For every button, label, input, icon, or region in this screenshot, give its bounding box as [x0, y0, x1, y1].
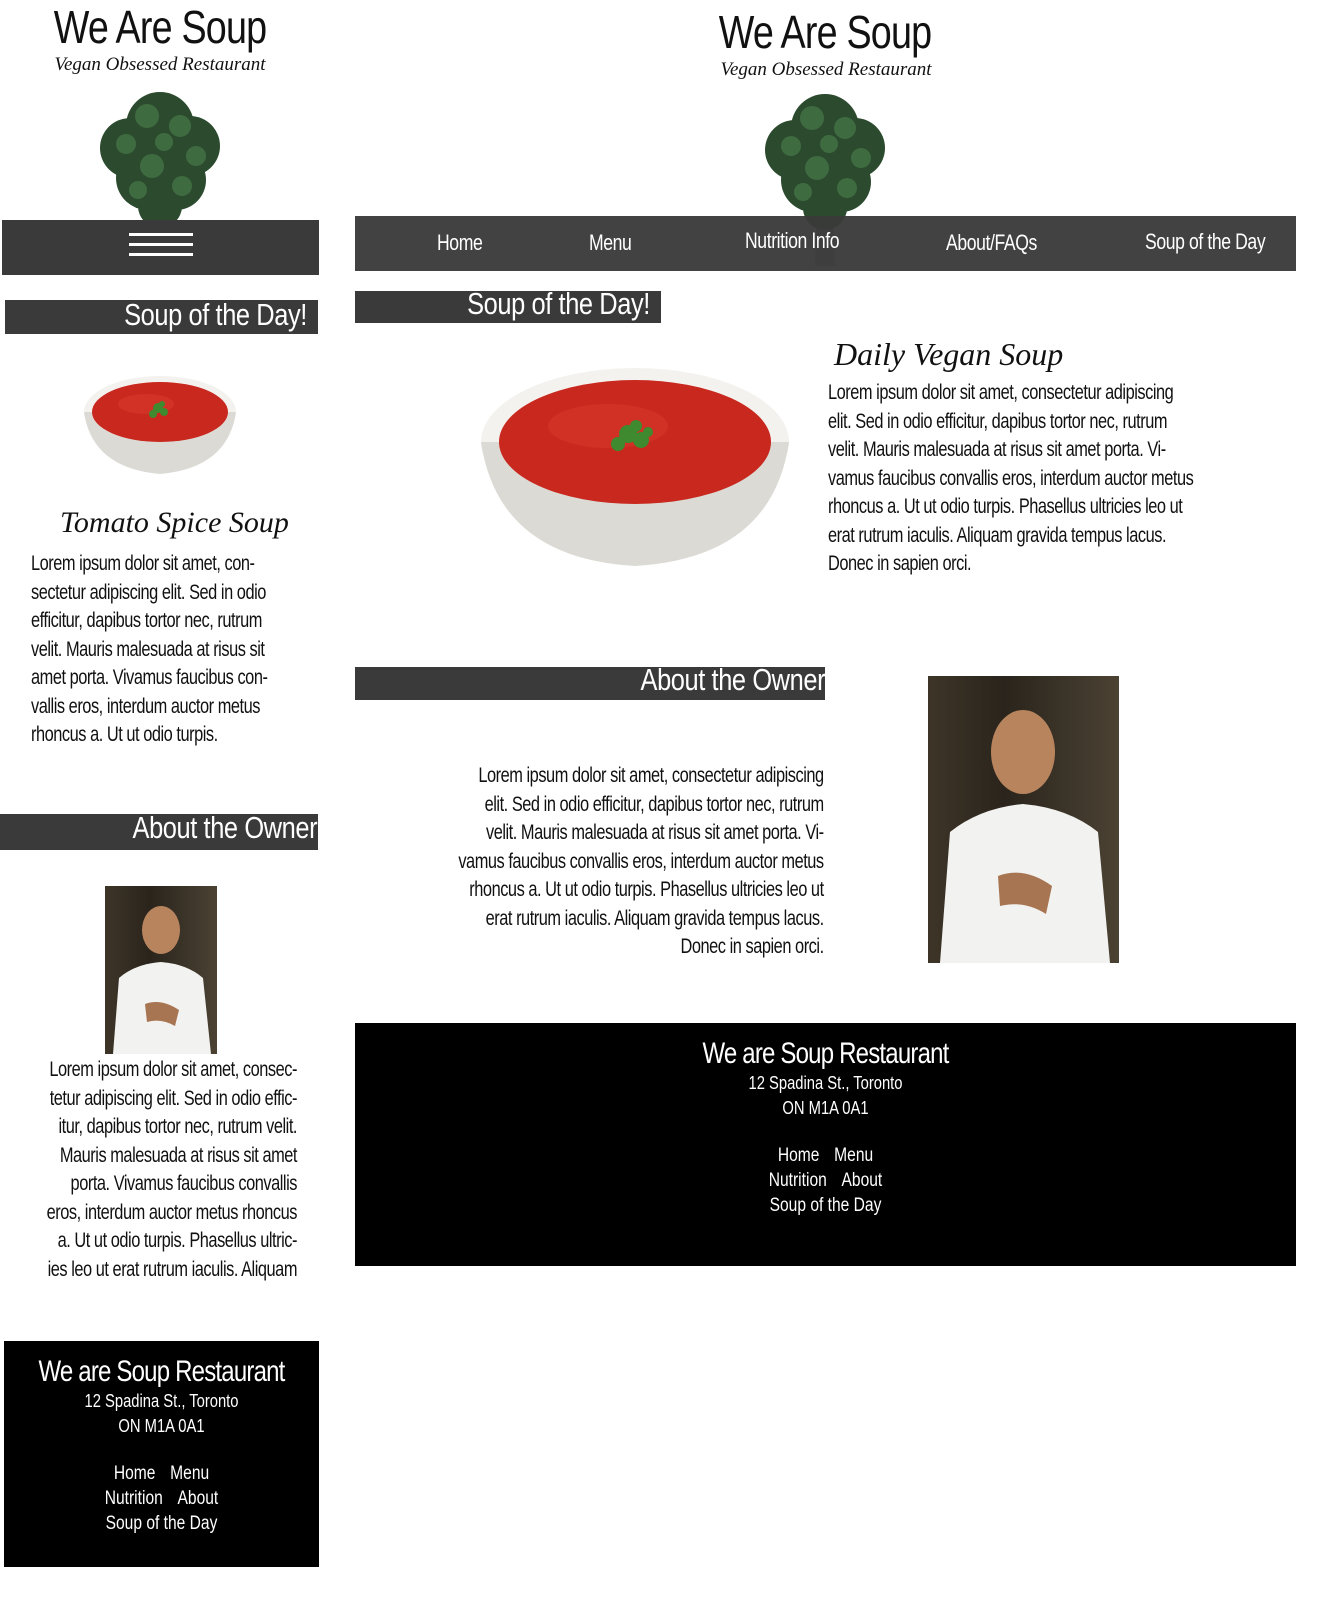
- desktop-footer-link-home[interactable]: Home: [778, 1145, 820, 1166]
- mobile-soup-text-line: amet porta. Vivamus faucibus con-: [31, 666, 268, 689]
- desktop-footer: We are Soup Restaurant 12 Spadina St., T…: [355, 1023, 1296, 1266]
- desktop-footer-address-2: ON M1A 0A1: [782, 1098, 869, 1118]
- nav-item-menu[interactable]: Menu: [589, 230, 632, 256]
- desktop-soup-name: Daily Vegan Soup: [834, 336, 1064, 372]
- mobile-soup-image: [84, 376, 236, 474]
- mobile-owner-text-line: tetur adipiscing elit. Sed in odio effic…: [49, 1086, 298, 1110]
- desktop-owner-text-line: vamus faucibus convallis eros, interdum …: [458, 849, 824, 873]
- mobile-owner-photo: [105, 886, 217, 1054]
- mobile-footer-address-1: 12 Spadina St., Toronto: [84, 1391, 239, 1411]
- mobile-owner-text-line: itur, dapibus tortor nec, rutrum velit.: [58, 1115, 298, 1138]
- desktop-soup-text-line: vamus faucibus convallis eros, interdum …: [828, 466, 1194, 490]
- desktop-soup-text-line: elit. Sed in odio efficitur, dapibus tor…: [828, 409, 1168, 433]
- desktop-logo-subtitle: Vegan Obsessed Restaurant: [720, 59, 932, 80]
- mobile-soup-description: Lorem ipsum dolor sit amet, con-sectetur…: [31, 550, 268, 750]
- desktop-owner-text-line: Donec in sapien orci.: [680, 935, 825, 958]
- desktop-owner-text-line: Lorem ipsum dolor sit amet, consectetur …: [478, 764, 824, 787]
- mobile-logo-subtitle: Vegan Obsessed Restaurant: [54, 54, 266, 75]
- hamburger-menu-icon[interactable]: [129, 233, 193, 263]
- desktop-footer-address-1: 12 Spadina St., Toronto: [748, 1073, 903, 1093]
- mobile-owner-text-line: Mauris malesuada at risus sit amet: [59, 1143, 298, 1167]
- mobile-footer-title: We are Soup Restaurant: [38, 1355, 285, 1388]
- nav-item-nutrition-info[interactable]: Nutrition Info: [745, 228, 840, 254]
- desktop-owner-photo: [928, 676, 1119, 963]
- desktop-soup-text-line: velit. Mauris malesuada at risus sit ame…: [828, 438, 1166, 461]
- desktop-soup-heading: Soup of the Day!: [467, 286, 650, 321]
- mobile-footer-link-menu[interactable]: Menu: [170, 1463, 209, 1484]
- mobile-owner-text-line: porta. Vivamus faucibus convallis: [70, 1172, 298, 1195]
- desktop-soup-image: [481, 368, 789, 566]
- desktop-logo-title: We Are Soup: [718, 6, 932, 58]
- mobile-footer-link-nutrition[interactable]: Nutrition: [105, 1488, 163, 1509]
- mobile-footer-address-2: ON M1A 0A1: [118, 1416, 205, 1436]
- desktop-owner-text-line: elit. Sed in odio efficitur, dapibus tor…: [484, 792, 825, 816]
- desktop-footer-title: We are Soup Restaurant: [702, 1037, 949, 1070]
- desktop-owner-text-line: erat rutrum iaculis. Aliquam gravida tem…: [485, 906, 825, 930]
- desktop-soup-text-line: Lorem ipsum dolor sit amet, consectetur …: [828, 381, 1174, 404]
- mobile-soup-text-line: vallis eros, interdum auctor metus: [31, 694, 260, 718]
- desktop-owner-description: Lorem ipsum dolor sit amet, consectetur …: [436, 762, 824, 962]
- mobile-owner-text-line: Lorem ipsum dolor sit amet, consec-: [49, 1058, 297, 1081]
- desktop-soup-text-line: rhoncus a. Ut ut odio turpis. Phasellus …: [828, 495, 1183, 518]
- mobile-soup-heading: Soup of the Day!: [124, 297, 307, 332]
- desktop-soup-description: Lorem ipsum dolor sit amet, consectetur …: [828, 379, 1194, 579]
- mobile-owner-text-line: eros, interdum auctor metus rhoncus: [46, 1200, 298, 1224]
- mobile-footer: We are Soup Restaurant 12 Spadina St., T…: [4, 1341, 319, 1567]
- mobile-footer-link-about[interactable]: About: [178, 1488, 219, 1509]
- mobile-soup-name: Tomato Spice Soup: [60, 506, 289, 539]
- desktop-soup-text-line: erat rutrum iaculis. Aliquam gravida tem…: [828, 523, 1167, 547]
- desktop-footer-link-soup[interactable]: Soup of the Day: [770, 1195, 882, 1216]
- mobile-soup-text-line: velit. Mauris malesuada at risus sit: [31, 637, 265, 661]
- mobile-soup-text-line: Lorem ipsum dolor sit amet, con-: [31, 552, 255, 575]
- desktop-owner-heading: About the Owner: [640, 662, 825, 697]
- mobile-soup-text-line: rhoncus a. Ut ut odio turpis.: [31, 723, 218, 746]
- desktop-footer-link-menu[interactable]: Menu: [834, 1145, 873, 1166]
- desktop-owner-text-line: velit. Mauris malesuada at risus sit ame…: [485, 821, 824, 844]
- mobile-owner-heading: About the Owner: [132, 810, 317, 845]
- desktop-owner-text-line: rhoncus a. Ut ut odio turpis. Phasellus …: [469, 878, 824, 901]
- mobile-owner-text-line: a. Ut ut odio turpis. Phasellus ultric-: [57, 1229, 298, 1252]
- desktop-footer-link-about[interactable]: About: [842, 1170, 883, 1191]
- nav-item-about-faqs[interactable]: About/FAQs: [946, 230, 1037, 256]
- mobile-footer-link-home[interactable]: Home: [114, 1463, 156, 1484]
- mobile-owner-text-line: ies leo ut erat rutrum iaculis. Aliquam: [47, 1257, 298, 1281]
- desktop-soup-text-line: Donec in sapien orci.: [828, 552, 972, 575]
- nav-item-home[interactable]: Home: [437, 230, 483, 256]
- mobile-logo-title: We Are Soup: [53, 1, 267, 53]
- mobile-footer-link-soup[interactable]: Soup of the Day: [106, 1513, 218, 1534]
- mobile-soup-text-line: efficitur, dapibus tortor nec, rutrum: [31, 609, 262, 632]
- mobile-owner-description: Lorem ipsum dolor sit amet, consec-tetur…: [24, 1056, 298, 1284]
- nav-item-soup-of-the-day[interactable]: Soup of the Day: [1145, 229, 1266, 255]
- mobile-soup-text-line: sectetur adipiscing elit. Sed in odio: [31, 580, 266, 604]
- desktop-footer-link-nutrition[interactable]: Nutrition: [769, 1170, 827, 1191]
